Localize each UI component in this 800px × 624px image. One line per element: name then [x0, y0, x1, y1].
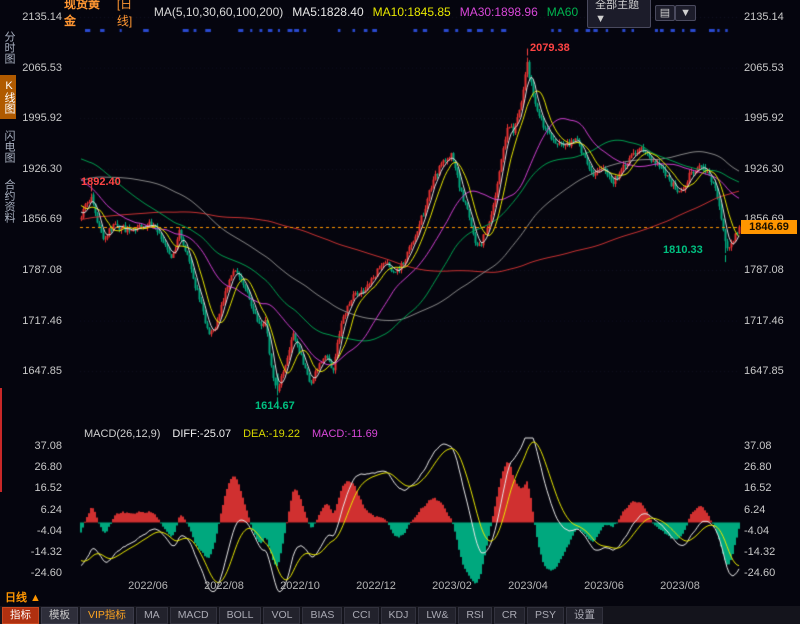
toolbar-button-MA[interactable]: MA: [136, 607, 168, 624]
toolbar-button-RSI[interactable]: RSI: [458, 607, 492, 624]
period-selector-label[interactable]: 日线 ▲: [5, 589, 41, 605]
toolbar-button-LW&[interactable]: LW&: [418, 607, 456, 624]
toolbar-button-CR[interactable]: CR: [494, 607, 525, 624]
macd-header: MACD(26,12,9) DIFF:-25.07 DEA:-19.22 MACD:-…: [84, 428, 378, 440]
toolbar-button-指标[interactable]: 指标: [2, 607, 39, 624]
instrument-title: 现货黄金: [64, 0, 108, 29]
theme-dropdown-button[interactable]: 全部主题 ▼: [587, 0, 651, 28]
trading-app: 现货黄金 [日线] MA(5,10,30,60,100,200) MA5:182…: [0, 0, 800, 624]
ma-value-2: MA30:1898.96: [460, 5, 538, 19]
sidebar-item-2[interactable]: 闪电图: [0, 125, 16, 168]
ma-settings-label: MA(5,10,30,60,100,200): [154, 5, 283, 19]
toolbar-button-MACD[interactable]: MACD: [170, 607, 217, 624]
toolbar-button-VOL[interactable]: VOL: [263, 607, 300, 624]
left-scroll-indicator: [0, 388, 2, 492]
icon-button-1[interactable]: ▼: [675, 5, 696, 21]
ma-values: MA5:1828.40 MA10:1845.85 MA30:1898.96 MA60: [292, 5, 578, 19]
chart-type-sidebar: 分时图 K线图闪电图合约资料: [0, 26, 16, 228]
ma-value-1: MA10:1845.85: [373, 5, 451, 19]
sidebar-item-0[interactable]: 分时图: [0, 26, 16, 69]
toolbar-button-PSY[interactable]: PSY: [527, 607, 564, 624]
macd-header-item-0: MACD(26,12,9): [84, 428, 160, 440]
chart-canvas[interactable]: [0, 0, 800, 624]
indicator-toolbar: 指标模板VIP指标MAMACDBOLLVOLBIASCCIKDJLW&RSICR…: [0, 606, 800, 624]
current-price-badge: 1846.69: [741, 220, 797, 234]
toolbar-button-BIAS[interactable]: BIAS: [302, 607, 342, 624]
toolbar-button-VIP指标[interactable]: VIP指标: [80, 607, 134, 624]
toolbar-button-KDJ[interactable]: KDJ: [381, 607, 417, 624]
toolbar-button-设置[interactable]: 设置: [566, 607, 603, 624]
toolbar-button-CCI[interactable]: CCI: [344, 607, 378, 624]
macd-header-item-2: DEA:-19.22: [243, 428, 300, 440]
ma-value-3: MA60: [547, 5, 578, 19]
toolbar-button-模板[interactable]: 模板: [41, 607, 78, 624]
icon-buttons: ▤▼: [655, 5, 696, 20]
toolbar-button-BOLL[interactable]: BOLL: [219, 607, 262, 624]
period-tag: [日线]: [117, 0, 145, 29]
macd-header-item-1: DIFF:-25.07: [172, 428, 231, 440]
sidebar-item-3[interactable]: 合约资料: [0, 174, 16, 228]
top-bar: 现货黄金 [日线] MA(5,10,30,60,100,200) MA5:182…: [64, 0, 800, 24]
icon-button-0[interactable]: ▤: [655, 5, 675, 21]
sidebar-item-1[interactable]: K线图: [0, 75, 16, 119]
ma-value-0: MA5:1828.40: [292, 5, 363, 19]
macd-header-item-3: MACD:-11.69: [312, 428, 378, 440]
top-bar-controls: 全部主题 ▼ ▤▼: [587, 0, 696, 28]
